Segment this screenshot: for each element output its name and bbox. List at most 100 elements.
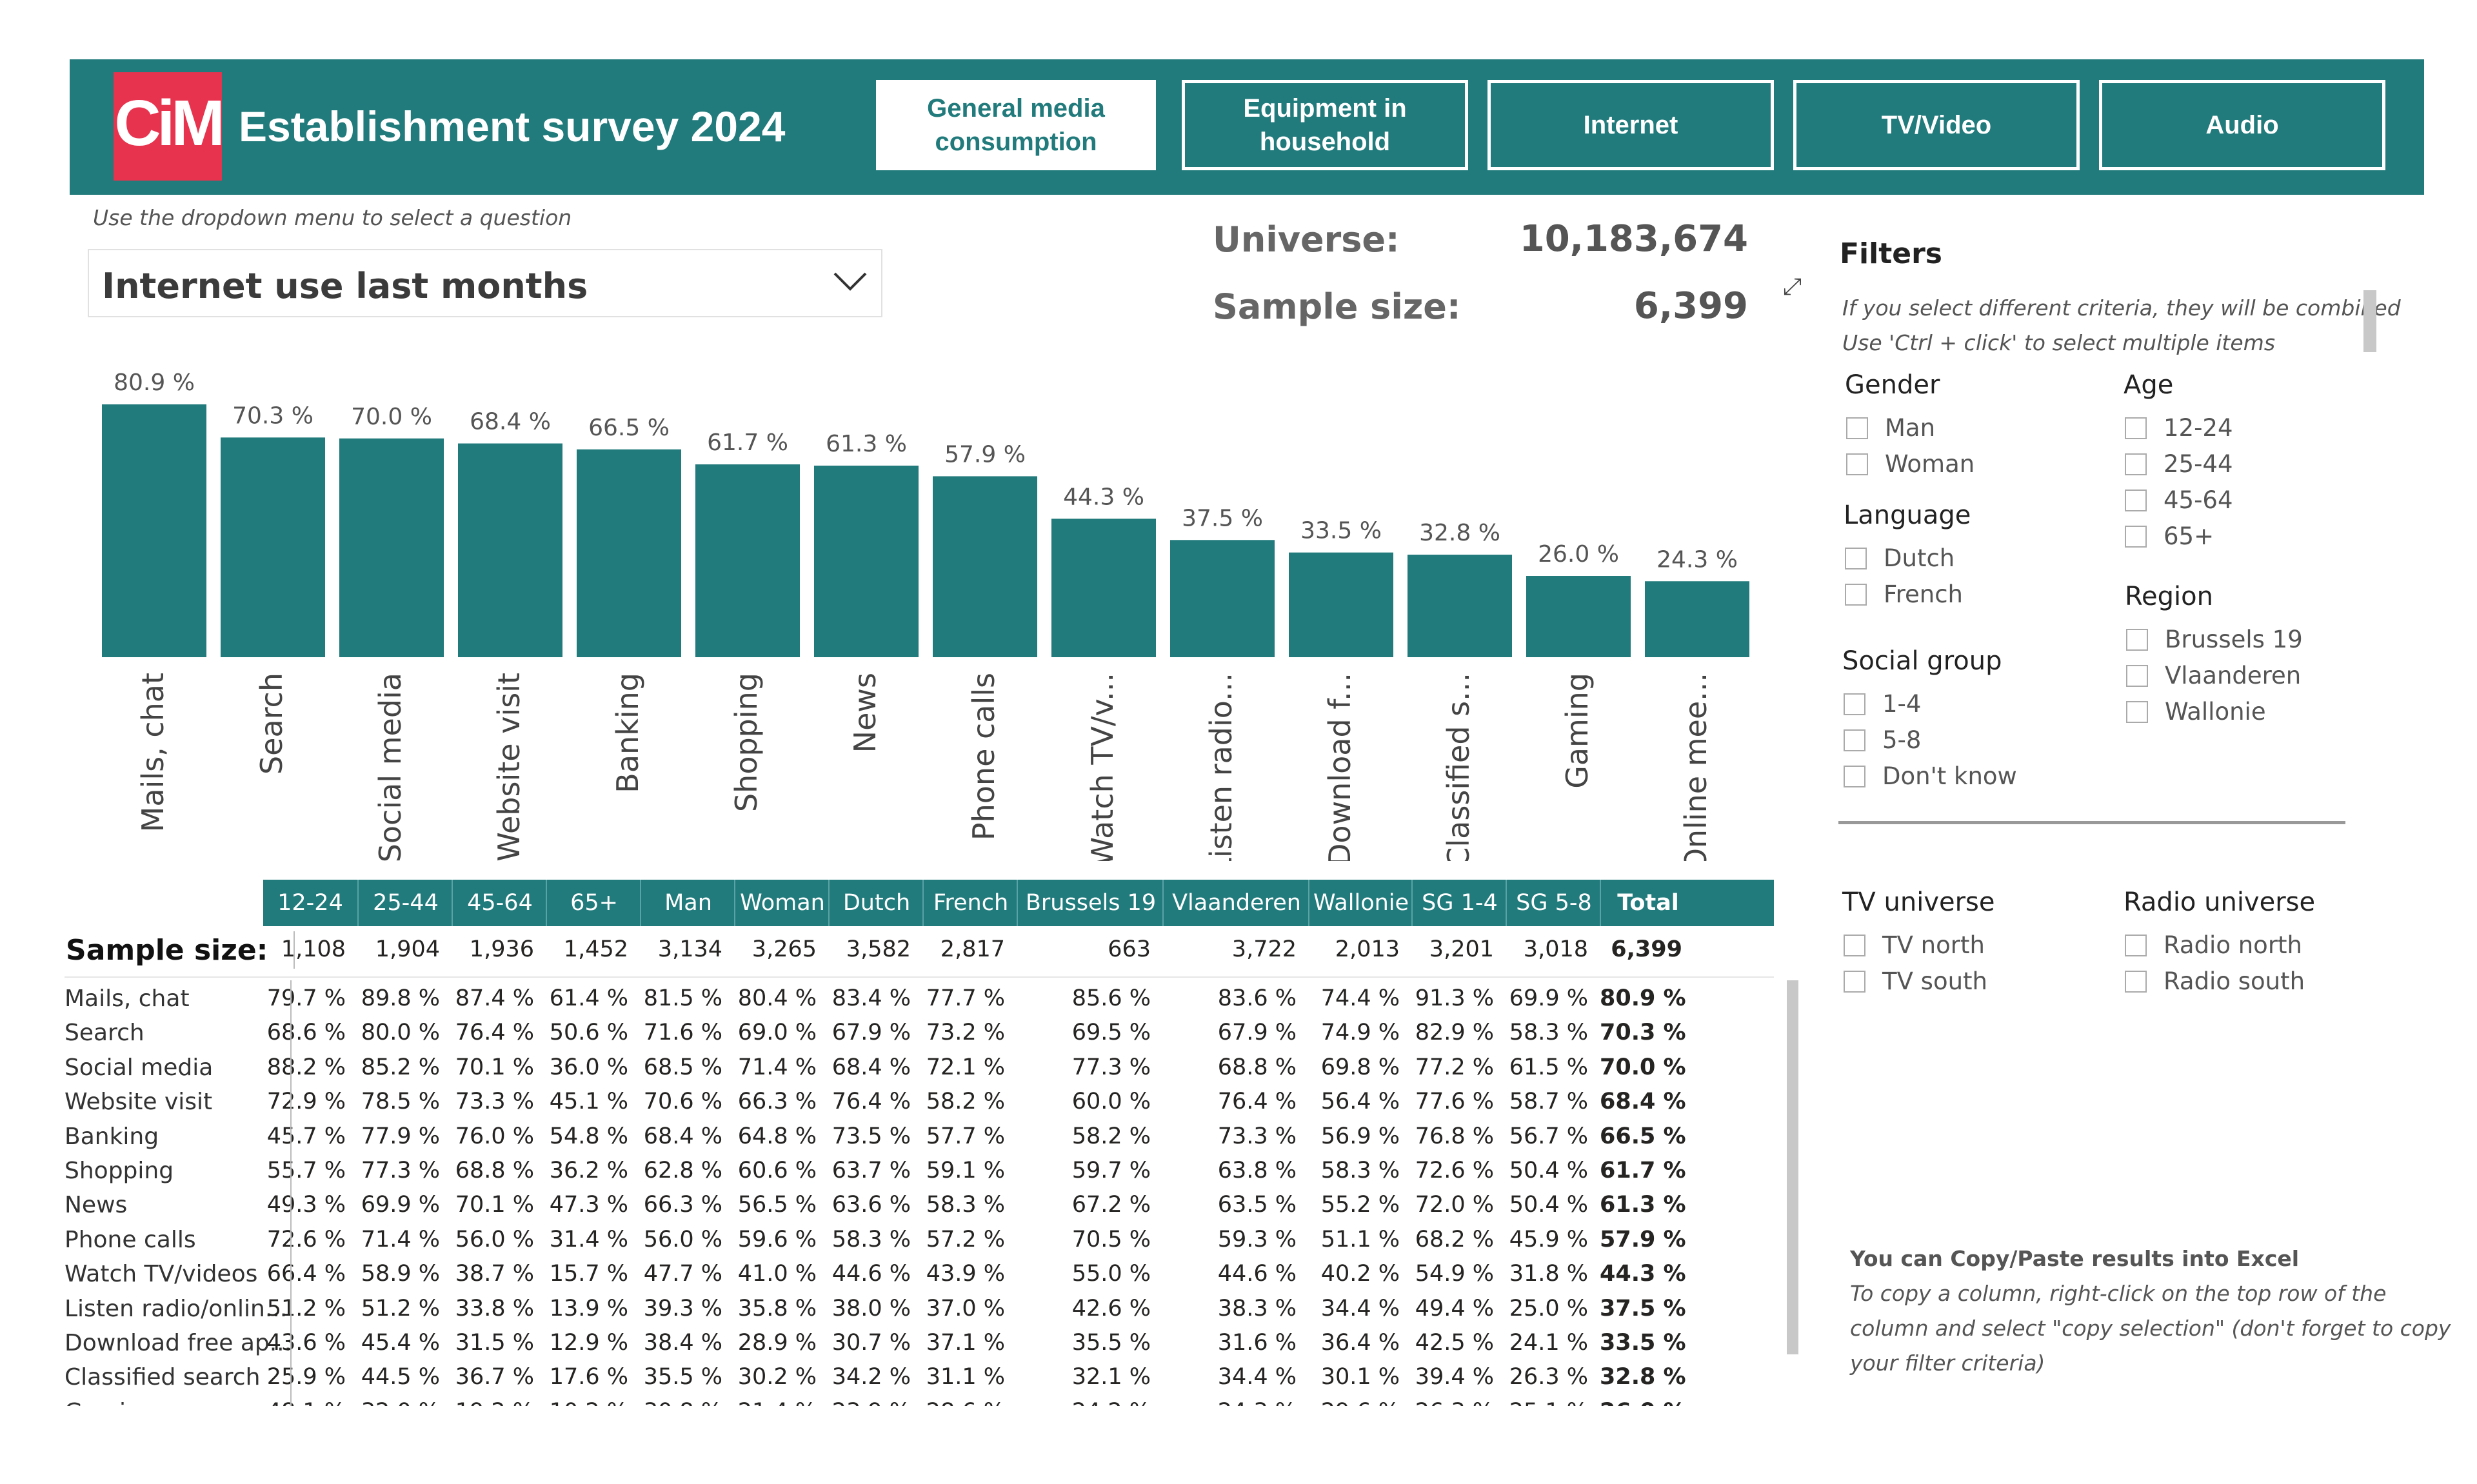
checkbox-tv-universe-tv-north[interactable]: TV north <box>1844 931 1985 959</box>
tab-audio[interactable]: Audio <box>2099 80 2385 170</box>
cell-vlaanderen: 31.6 % <box>1217 1330 1297 1356</box>
table-row[interactable]: Listen radio/onlin... 51.2 % 51.2 % 33.8 % 1… <box>62 1296 1778 1330</box>
checkbox-social-group-don-t-know[interactable]: Don't know <box>1844 762 2017 790</box>
cell-french: 37.0 % <box>926 1295 1005 1321</box>
checkbox-social-group-1-4[interactable]: 1-4 <box>1844 690 1921 718</box>
checkbox-age-25-44[interactable]: 25-44 <box>2125 450 2233 478</box>
bar-social-media[interactable] <box>339 438 444 657</box>
checkbox-age-65[interactable]: 65+ <box>2125 522 2214 550</box>
filters-scrollbar[interactable] <box>2363 290 2376 352</box>
checkbox-box[interactable] <box>1846 453 1868 475</box>
checkbox-radio-universe-radio-south[interactable]: Radio south <box>2125 967 2305 995</box>
checkbox-box[interactable] <box>2126 700 2148 723</box>
checkbox-box[interactable] <box>2125 970 2147 993</box>
bar-phone-calls[interactable] <box>933 476 1037 657</box>
checkbox-radio-universe-radio-north[interactable]: Radio north <box>2125 931 2302 959</box>
table-row[interactable]: Classified search 25.9 % 44.5 % 36.7 % 17.6 … <box>62 1364 1778 1398</box>
tab-general-media[interactable]: General media consumption <box>876 80 1156 170</box>
checkbox-gender-man[interactable]: Man <box>1846 414 1935 442</box>
column-header-total[interactable]: Total <box>1600 880 1695 926</box>
checkbox-box[interactable] <box>1845 583 1867 606</box>
filters-title: Filters <box>1840 237 1942 270</box>
column-header-man[interactable]: Man <box>640 880 735 926</box>
table-row[interactable]: Social media 88.2 % 85.2 % 70.1 % 36.0 % 68.5… <box>62 1054 1778 1089</box>
bar-banking[interactable] <box>577 449 681 657</box>
checkbox-box[interactable] <box>2125 417 2147 439</box>
bar-online-mee[interactable] <box>1645 581 1749 657</box>
cell-sg-5-8: 26.3 % <box>1509 1364 1588 1390</box>
cell-sg-5-8: 25.1 % <box>1506 1399 1588 1406</box>
tab-equipment[interactable]: Equipment in household <box>1182 80 1468 170</box>
column-header-vlaanderen[interactable]: Vlaanderen <box>1162 880 1309 926</box>
checkbox-region-wallonie[interactable]: Wallonie <box>2126 698 2266 726</box>
bar-shopping[interactable] <box>695 464 800 657</box>
bar-mails-chat[interactable] <box>102 404 206 657</box>
table-row[interactable]: Shopping 55.7 % 77.3 % 68.8 % 36.2 % 62.8 % 60… <box>62 1158 1778 1192</box>
tab-internet[interactable]: Internet <box>1487 80 1774 170</box>
checkbox-box[interactable] <box>1844 729 1865 751</box>
column-header-45-64[interactable]: 45-64 <box>452 880 547 926</box>
table-row[interactable]: Search 68.6 % 80.0 % 76.4 % 50.6 % 71.6 % 69.0… <box>62 1020 1778 1054</box>
bar-download-f[interactable] <box>1289 552 1393 657</box>
chevron-down-icon[interactable] <box>831 266 870 301</box>
checkbox-box[interactable] <box>2125 453 2147 475</box>
column-header-dutch[interactable]: Dutch <box>828 880 924 926</box>
column-header-12-24[interactable]: 12-24 <box>263 880 357 926</box>
bar-search[interactable] <box>221 437 325 657</box>
checkbox-box[interactable] <box>2125 934 2147 956</box>
question-dropdown[interactable]: Internet use last months <box>88 249 882 317</box>
table-row[interactable]: Gaming 48.1 % 32.0 % 19.2 % 10.2 % 30.8 % 21.4… <box>62 1399 1778 1406</box>
checkbox-box[interactable] <box>2125 525 2147 548</box>
checkbox-box[interactable] <box>1844 765 1865 787</box>
checkbox-language-french[interactable]: French <box>1845 580 1963 608</box>
checkbox-tv-universe-tv-south[interactable]: TV south <box>1844 967 1987 995</box>
checkbox-region-brussels-19[interactable]: Brussels 19 <box>2126 626 2303 653</box>
checkbox-region-vlaanderen[interactable]: Vlaanderen <box>2126 662 2301 689</box>
table-row[interactable]: Mails, chat 79.7 % 89.8 % 87.4 % 61.4 % 81.5 … <box>62 985 1778 1020</box>
column-header-woman[interactable]: Woman <box>734 880 830 926</box>
column-header-brussels-19[interactable]: Brussels 19 <box>1017 880 1164 926</box>
column-header-french[interactable]: French <box>922 880 1018 926</box>
checkbox-label: 25-44 <box>2164 450 2233 478</box>
column-header-sg-1-4[interactable]: SG 1-4 <box>1411 880 1507 926</box>
checkbox-box[interactable] <box>2126 664 2148 687</box>
table-row[interactable]: Website visit 72.9 % 78.5 % 73.3 % 45.1 % 70.… <box>62 1089 1778 1123</box>
column-header-25-44[interactable]: 25-44 <box>357 880 453 926</box>
table-row[interactable]: Download free ap... 43.6 % 45.4 % 31.5 % 12.… <box>62 1330 1778 1364</box>
checkbox-box[interactable] <box>1844 693 1865 715</box>
bar-watch-tv-v[interactable] <box>1051 519 1156 657</box>
filters-note-combined: If you select different criteria, they w… <box>1842 295 2401 321</box>
checkbox-box[interactable] <box>2125 489 2147 511</box>
checkbox-box[interactable] <box>1844 970 1865 993</box>
cell-sg-5-8: 25.0 % <box>1509 1295 1588 1321</box>
column-header-sg-5-8[interactable]: SG 5-8 <box>1506 880 1601 926</box>
table-row[interactable]: News 49.3 % 69.9 % 70.1 % 47.3 % 66.3 % 56.5 %… <box>62 1192 1778 1226</box>
bar-classified-s[interactable] <box>1408 555 1512 657</box>
sample-size-man: 3,134 <box>657 936 722 962</box>
checkbox-gender-woman[interactable]: Woman <box>1846 450 1975 478</box>
checkbox-social-group-5-8[interactable]: 5-8 <box>1844 726 1921 754</box>
table-row[interactable]: Phone calls 72.6 % 71.4 % 56.0 % 31.4 % 56.0 … <box>62 1227 1778 1261</box>
column-header-65[interactable]: 65+ <box>546 880 641 926</box>
table-row[interactable]: Banking 45.7 % 77.9 % 76.0 % 54.8 % 68.4 % 64.… <box>62 1123 1778 1158</box>
table-scrollbar[interactable] <box>1787 980 1798 1354</box>
checkbox-age-45-64[interactable]: 45-64 <box>2125 486 2233 514</box>
checkbox-age-12-24[interactable]: 12-24 <box>2125 414 2233 442</box>
bar-news[interactable] <box>814 465 919 657</box>
column-header-wallonie[interactable]: Wallonie <box>1308 880 1413 926</box>
checkbox-language-dutch[interactable]: Dutch <box>1845 544 1955 572</box>
checkbox-box[interactable] <box>1844 934 1865 956</box>
checkbox-box[interactable] <box>1845 547 1867 569</box>
cell-french: 73.2 % <box>926 1020 1005 1046</box>
table-row[interactable]: Watch TV/videos 66.4 % 58.9 % 38.7 % 15.7 % 4… <box>62 1261 1778 1295</box>
bar-listen-radio[interactable] <box>1170 540 1275 657</box>
cell-woman: 64.8 % <box>737 1123 817 1149</box>
bar-gaming[interactable] <box>1526 576 1631 657</box>
table-body[interactable]: Mails, chat 79.7 % 89.8 % 87.4 % 61.4 % 81.5 … <box>62 980 1778 1406</box>
sample-size-25-44: 1,904 <box>375 936 440 962</box>
checkbox-box[interactable] <box>1846 417 1868 439</box>
tab-tv-video[interactable]: TV/Video <box>1793 80 2080 170</box>
resize-handle-icon[interactable]: ⤢ <box>1783 273 1802 301</box>
checkbox-box[interactable] <box>2126 628 2148 651</box>
bar-website-visit[interactable] <box>458 443 562 657</box>
